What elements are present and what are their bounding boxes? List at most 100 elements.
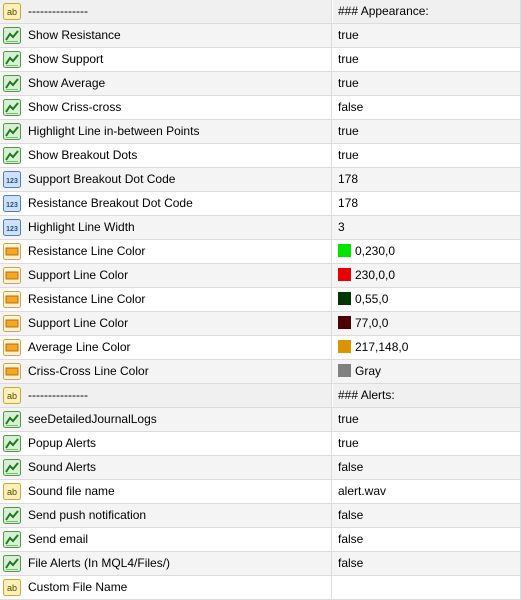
parameter-row[interactable]: Send email false bbox=[0, 528, 521, 552]
parameter-row[interactable]: Show Average true bbox=[0, 72, 521, 96]
parameter-name-cell[interactable]: Show Resistance bbox=[0, 24, 332, 47]
color-swatch[interactable] bbox=[338, 364, 351, 377]
section-separator-row[interactable]: ab --------------- ### Appearance: bbox=[0, 0, 521, 24]
parameter-value-cell[interactable]: ### Alerts: bbox=[333, 384, 521, 407]
text-ab-icon: ab bbox=[3, 387, 21, 404]
parameter-row[interactable]: Show Resistance true bbox=[0, 24, 521, 48]
parameter-name: Resistance Line Color bbox=[28, 292, 146, 306]
color-swatch[interactable] bbox=[338, 244, 351, 257]
parameter-value: false bbox=[338, 556, 364, 570]
parameter-row[interactable]: Show Breakout Dots true bbox=[0, 144, 521, 168]
parameter-name-cell[interactable]: Send push notification bbox=[0, 504, 332, 527]
parameter-value: true bbox=[338, 28, 359, 42]
parameter-value-cell[interactable]: 178 bbox=[333, 168, 521, 191]
parameter-name-cell[interactable]: 123 Support Breakout Dot Code bbox=[0, 168, 332, 191]
parameter-name-cell[interactable]: Support Line Color bbox=[0, 312, 332, 335]
parameter-row[interactable]: 123 Support Breakout Dot Code 178 bbox=[0, 168, 521, 192]
parameter-name-cell[interactable]: Resistance Line Color bbox=[0, 288, 332, 311]
parameter-value-cell[interactable]: false bbox=[333, 96, 521, 119]
parameter-name-cell[interactable]: Sound Alerts bbox=[0, 456, 332, 479]
parameter-name-cell[interactable]: ab --------------- bbox=[0, 0, 332, 23]
parameter-value-cell[interactable]: true bbox=[333, 408, 521, 431]
parameter-name-cell[interactable]: 123 Highlight Line Width bbox=[0, 216, 332, 239]
parameter-row[interactable]: Sound Alerts false bbox=[0, 456, 521, 480]
parameter-value: true bbox=[338, 76, 359, 90]
bool-icon bbox=[3, 51, 21, 68]
parameter-value: 178 bbox=[338, 172, 359, 186]
parameter-row[interactable]: 123 Highlight Line Width 3 bbox=[0, 216, 521, 240]
parameter-value-cell[interactable]: true bbox=[333, 72, 521, 95]
parameter-row[interactable]: ab Sound file name alert.wav bbox=[0, 480, 521, 504]
parameter-value-cell[interactable]: 0,230,0 bbox=[333, 240, 521, 263]
parameter-row[interactable]: Send push notification false bbox=[0, 504, 521, 528]
color-icon bbox=[3, 267, 21, 284]
color-swatch[interactable] bbox=[338, 340, 351, 353]
color-swatch[interactable] bbox=[338, 292, 351, 305]
parameter-value-cell[interactable]: alert.wav bbox=[333, 480, 521, 503]
parameter-row[interactable]: Support Line Color 230,0,0 bbox=[0, 264, 521, 288]
parameter-row[interactable]: Resistance Line Color 0,230,0 bbox=[0, 240, 521, 264]
parameter-name: Show Breakout Dots bbox=[28, 148, 138, 162]
parameter-name: Popup Alerts bbox=[28, 436, 97, 450]
parameter-value-cell[interactable]: 230,0,0 bbox=[333, 264, 521, 287]
color-swatch[interactable] bbox=[338, 316, 351, 329]
parameter-row[interactable]: Show Support true bbox=[0, 48, 521, 72]
parameter-name-cell[interactable]: File Alerts (In MQL4/Files/) bbox=[0, 552, 332, 575]
section-separator-row[interactable]: ab --------------- ### Alerts: bbox=[0, 384, 521, 408]
parameter-value-cell[interactable]: false bbox=[333, 552, 521, 575]
parameter-name-cell[interactable]: 123 Resistance Breakout Dot Code bbox=[0, 192, 332, 215]
parameter-name: Send email bbox=[28, 532, 89, 546]
parameter-value-cell[interactable]: true bbox=[333, 432, 521, 455]
parameter-row[interactable]: Show Criss-cross false bbox=[0, 96, 521, 120]
svg-text:123: 123 bbox=[6, 202, 18, 209]
parameter-row[interactable]: ab Custom File Name bbox=[0, 576, 521, 600]
parameter-value-cell[interactable]: false bbox=[333, 528, 521, 551]
parameter-row[interactable]: Resistance Line Color 0,55,0 bbox=[0, 288, 521, 312]
parameter-name: Support Line Color bbox=[28, 268, 129, 282]
parameter-row[interactable]: Average Line Color 217,148,0 bbox=[0, 336, 521, 360]
parameter-value-cell[interactable]: true bbox=[333, 48, 521, 71]
parameter-name: seeDetailedJournalLogs bbox=[28, 412, 157, 426]
parameter-name-cell[interactable]: Show Criss-cross bbox=[0, 96, 332, 119]
parameter-name-cell[interactable]: Show Average bbox=[0, 72, 332, 95]
parameter-row[interactable]: Support Line Color 77,0,0 bbox=[0, 312, 521, 336]
color-icon bbox=[3, 339, 21, 356]
parameter-row[interactable]: File Alerts (In MQL4/Files/) false bbox=[0, 552, 521, 576]
parameter-value: 178 bbox=[338, 196, 359, 210]
parameter-value-cell[interactable]: 217,148,0 bbox=[333, 336, 521, 359]
parameter-name-cell[interactable]: Highlight Line in-between Points bbox=[0, 120, 332, 143]
parameter-name-cell[interactable]: ab --------------- bbox=[0, 384, 332, 407]
parameter-value-cell[interactable]: true bbox=[333, 144, 521, 167]
color-swatch[interactable] bbox=[338, 268, 351, 281]
parameter-name-cell[interactable]: Show Breakout Dots bbox=[0, 144, 332, 167]
parameter-name-cell[interactable]: Popup Alerts bbox=[0, 432, 332, 455]
parameter-value-cell[interactable]: ### Appearance: bbox=[333, 0, 521, 23]
parameter-value-cell[interactable]: 77,0,0 bbox=[333, 312, 521, 335]
parameter-value-cell[interactable]: 178 bbox=[333, 192, 521, 215]
parameter-name: --------------- bbox=[28, 388, 88, 402]
parameter-value-cell[interactable]: false bbox=[333, 456, 521, 479]
parameter-value-cell[interactable]: false bbox=[333, 504, 521, 527]
parameter-row[interactable]: seeDetailedJournalLogs true bbox=[0, 408, 521, 432]
parameter-name-cell[interactable]: Resistance Line Color bbox=[0, 240, 332, 263]
parameter-value-cell[interactable] bbox=[333, 576, 521, 599]
parameter-name-cell[interactable]: Show Support bbox=[0, 48, 332, 71]
color-icon bbox=[3, 243, 21, 260]
parameter-value-cell[interactable]: 3 bbox=[333, 216, 521, 239]
parameter-row[interactable]: Popup Alerts true bbox=[0, 432, 521, 456]
parameter-name-cell[interactable]: Average Line Color bbox=[0, 336, 332, 359]
parameter-value-cell[interactable]: true bbox=[333, 24, 521, 47]
parameter-row[interactable]: Highlight Line in-between Points true bbox=[0, 120, 521, 144]
parameter-name-cell[interactable]: Support Line Color bbox=[0, 264, 332, 287]
parameter-row[interactable]: Criss-Cross Line Color Gray bbox=[0, 360, 521, 384]
parameter-name-cell[interactable]: Send email bbox=[0, 528, 332, 551]
parameter-value-cell[interactable]: true bbox=[333, 120, 521, 143]
parameter-value-cell[interactable]: 0,55,0 bbox=[333, 288, 521, 311]
parameter-name-cell[interactable]: seeDetailedJournalLogs bbox=[0, 408, 332, 431]
parameter-name-cell[interactable]: Criss-Cross Line Color bbox=[0, 360, 332, 383]
parameter-name-cell[interactable]: ab Sound file name bbox=[0, 480, 332, 503]
parameter-value-cell[interactable]: Gray bbox=[333, 360, 521, 383]
parameter-name-cell[interactable]: ab Custom File Name bbox=[0, 576, 332, 599]
parameter-value: true bbox=[338, 412, 359, 426]
parameter-row[interactable]: 123 Resistance Breakout Dot Code 178 bbox=[0, 192, 521, 216]
